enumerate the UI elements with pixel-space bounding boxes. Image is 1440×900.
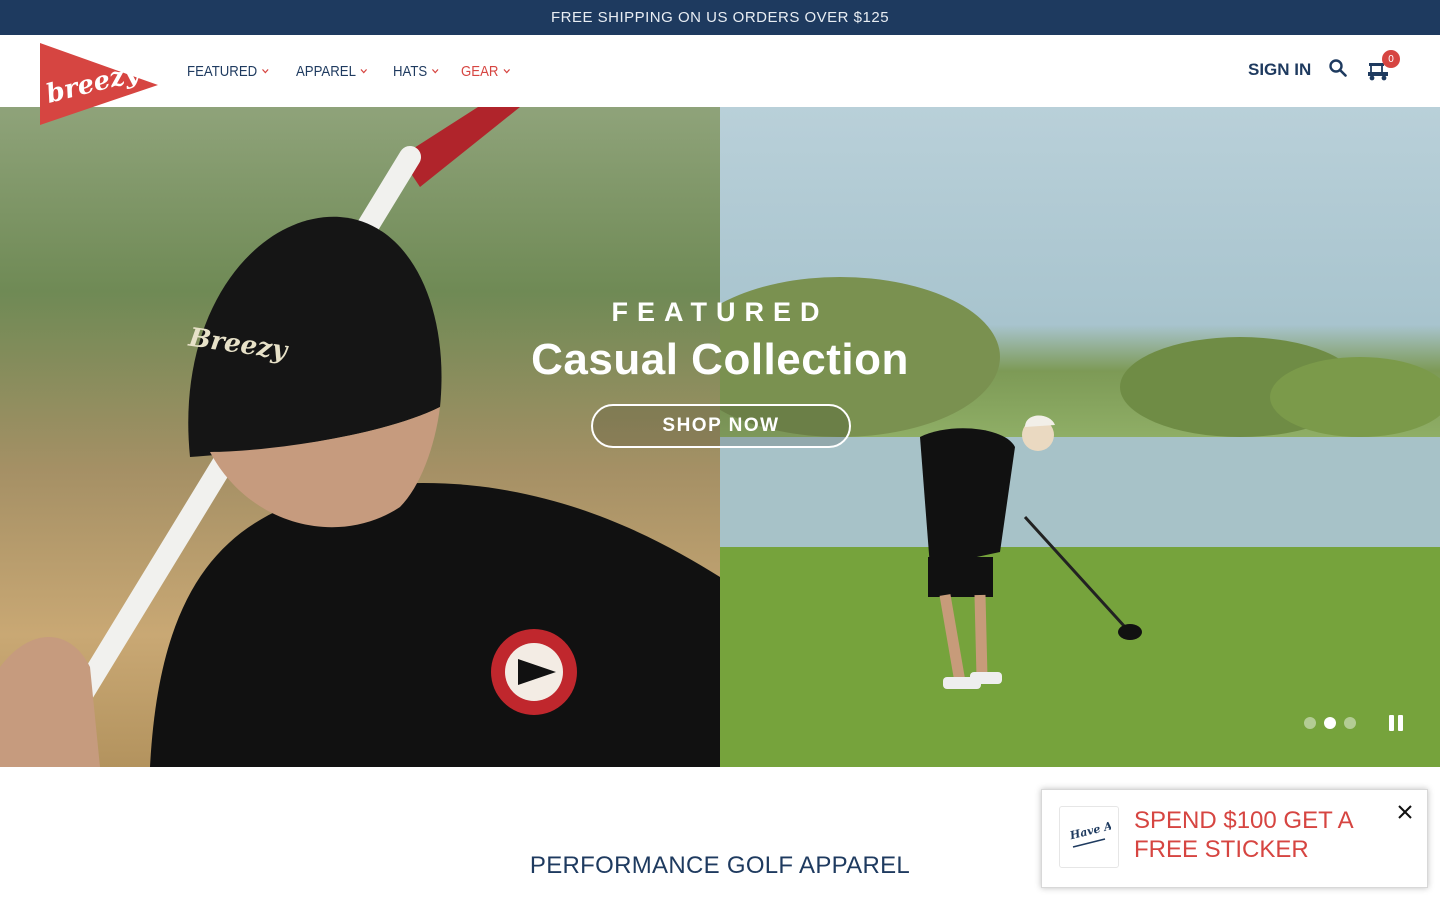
nav-hats[interactable]: HATS xyxy=(393,63,439,80)
search-icon[interactable] xyxy=(1329,59,1347,77)
slide-dot-3[interactable] xyxy=(1344,717,1356,729)
shop-now-button[interactable]: SHOP NOW xyxy=(591,404,851,448)
sticker-art: Have A Day xyxy=(1068,817,1111,848)
nav-featured-label: FEATURED xyxy=(187,62,258,80)
popup-message: SPEND $100 GET A FREE STICKER xyxy=(1134,807,1353,863)
announcement-text: FREE SHIPPING ON US ORDERS OVER $125 xyxy=(550,9,890,26)
sign-in-link[interactable]: SIGN IN xyxy=(1248,60,1311,80)
slide-dot-1[interactable] xyxy=(1304,717,1316,729)
site-header: breezy FEATURED APPAREL HATS GEAR SIGN I… xyxy=(0,35,1440,125)
hero-title: Casual Collection xyxy=(531,335,909,384)
nav-gear[interactable]: GEAR xyxy=(461,63,510,80)
announcement-bar: FREE SHIPPING ON US ORDERS OVER $125 xyxy=(0,0,1440,35)
sticker-image: Have A Day xyxy=(1059,806,1119,868)
nav-featured[interactable]: FEATURED xyxy=(187,63,269,80)
hero-slideshow[interactable]: Breezy FEATURED Casual Collection SHOP N… xyxy=(0,107,1440,767)
chevron-down-icon xyxy=(502,68,510,74)
close-icon[interactable] xyxy=(1397,804,1413,820)
nav-apparel[interactable]: APPAREL xyxy=(296,63,367,80)
cart-count-badge: 0 xyxy=(1382,50,1400,68)
nav-apparel-label: APPAREL xyxy=(295,62,356,80)
nav-gear-label: GEAR xyxy=(460,62,499,80)
chevron-down-icon xyxy=(261,68,269,74)
hero-eyebrow: FEATURED xyxy=(611,297,829,327)
chevron-down-icon xyxy=(431,68,439,74)
slide-dot-2[interactable] xyxy=(1324,717,1336,729)
chevron-down-icon xyxy=(360,68,367,74)
pause-icon[interactable] xyxy=(1387,714,1405,732)
nav-hats-label: HATS xyxy=(392,62,428,80)
breezy-logo[interactable]: breezy xyxy=(40,43,158,125)
promo-popup: Have A Day SPEND $100 GET A FREE STICKER xyxy=(1041,789,1428,888)
main-nav: FEATURED APPAREL HATS GEAR xyxy=(187,35,510,107)
